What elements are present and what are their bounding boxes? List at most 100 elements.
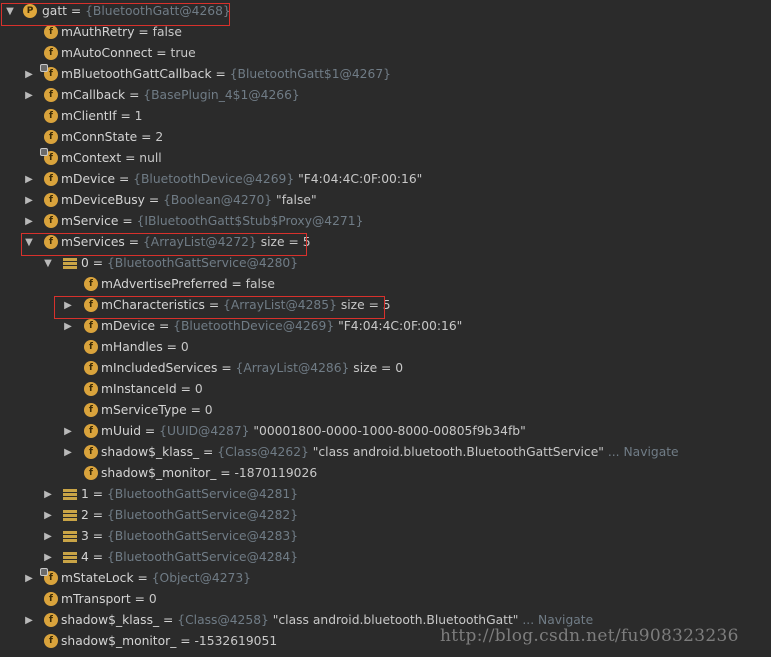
object-reference: {ArrayList@4286} [235, 361, 350, 375]
variable-name: mClientIf [61, 109, 117, 123]
equals-sign: = [217, 361, 236, 375]
field-icon: f [84, 277, 98, 291]
equals-sign: = [133, 571, 152, 585]
field-icon: f [84, 361, 98, 375]
tree-row-mService[interactable]: ▶ f mService = {IBluetoothGatt$Stub$Prox… [0, 211, 771, 232]
tree-row-service-mDevice[interactable]: ▶ f mDevice = {BluetoothDevice@4269} "F4… [0, 316, 771, 337]
variable-name: mIncludedServices [101, 361, 218, 375]
object-reference: {BluetoothGattService@4282} [106, 508, 299, 522]
variable-name: 1 [81, 487, 89, 501]
tree-row-mDevice[interactable]: ▶ f mDevice = {BluetoothDevice@4269} "F4… [0, 169, 771, 190]
variable-name: mCallback [61, 88, 126, 102]
navigate-link[interactable]: ... Navigate [518, 613, 593, 627]
equals-sign: = [134, 25, 153, 39]
variable-name: shadow$_monitor_ [61, 634, 177, 648]
navigate-link[interactable]: ... Navigate [604, 445, 679, 459]
tree-row-mStateLock[interactable]: ▶ f mStateLock = {Object@4273} [0, 568, 771, 589]
object-reference: {BluetoothDevice@4269} [173, 319, 335, 333]
variable-value: 0 [204, 403, 213, 417]
collapse-arrow-icon[interactable]: ▶ [41, 526, 55, 547]
variable-name: mDevice [61, 172, 116, 186]
field-icon: f [44, 613, 58, 627]
equals-sign: = [199, 445, 218, 459]
tree-row-mInstanceId[interactable]: f mInstanceId = 0 [0, 379, 771, 400]
variable-name: mDevice [101, 319, 156, 333]
equals-sign: = [88, 487, 107, 501]
equals-sign: = [88, 508, 107, 522]
collapse-arrow-icon[interactable]: ▶ [22, 64, 36, 85]
object-reference: {Object@4273} [151, 571, 251, 585]
variable-name: mAutoConnect [61, 46, 153, 60]
equals-sign: = [121, 151, 140, 165]
collapse-arrow-icon[interactable]: ▶ [61, 316, 75, 337]
collapse-arrow-icon[interactable]: ▶ [22, 568, 36, 589]
equals-sign: = [125, 88, 144, 102]
tree-row-service-shadow-klass[interactable]: ▶ f shadow$_klass_ = {Class@4262} "class… [0, 442, 771, 463]
equals-sign: = [227, 277, 246, 291]
equals-sign: = [141, 424, 160, 438]
expand-arrow-icon[interactable]: ▼ [41, 253, 55, 274]
collapse-arrow-icon[interactable]: ▶ [61, 442, 75, 463]
tree-row-mConnState[interactable]: f mConnState = 2 [0, 127, 771, 148]
variable-value: false [245, 277, 275, 291]
tree-row-mCallback[interactable]: ▶ f mCallback = {BasePlugin_4$1@4266} [0, 85, 771, 106]
tree-row-service-shadow-monitor[interactable]: f shadow$_monitor_ = -1870119026 [0, 463, 771, 484]
object-reference: {BluetoothDevice@4269} [133, 172, 295, 186]
collapse-arrow-icon[interactable]: ▶ [22, 190, 36, 211]
highlight-box [21, 233, 307, 256]
tree-row-service-2[interactable]: ▶ 2 = {BluetoothGattService@4282} [0, 505, 771, 526]
tree-row-mIncludedServices[interactable]: f mIncludedServices = {ArrayList@4286} s… [0, 358, 771, 379]
tree-row-mBluetoothGattCallback[interactable]: ▶ f mBluetoothGattCallback = {BluetoothG… [0, 64, 771, 85]
equals-sign: = [152, 46, 171, 60]
collapse-arrow-icon[interactable]: ▶ [22, 211, 36, 232]
variable-value: 1 [134, 109, 143, 123]
object-reference: {IBluetoothGatt$Stub$Proxy@4271} [136, 214, 364, 228]
variable-name: mHandles [101, 340, 163, 354]
equals-sign: = [162, 340, 181, 354]
tree-row-mUuid[interactable]: ▶ f mUuid = {UUID@4287} "00001800-0000-1… [0, 421, 771, 442]
collapse-arrow-icon[interactable]: ▶ [61, 421, 75, 442]
tree-row-mServiceType[interactable]: f mServiceType = 0 [0, 400, 771, 421]
collapse-arrow-icon[interactable]: ▶ [41, 547, 55, 568]
variable-value: "00001800-0000-1000-8000-00805f9b34fb" [249, 424, 526, 438]
tree-row-mContext[interactable]: f mContext = null [0, 148, 771, 169]
variable-name: 2 [81, 508, 89, 522]
collapse-arrow-icon[interactable]: ▶ [22, 610, 36, 631]
variable-name: mConnState [61, 130, 138, 144]
tree-row-mTransport[interactable]: f mTransport = 0 [0, 589, 771, 610]
tree-row-service-0[interactable]: ▼ 0 = {BluetoothGattService@4280} [0, 253, 771, 274]
collapse-arrow-icon[interactable]: ▶ [41, 484, 55, 505]
tree-row-mHandles[interactable]: f mHandles = 0 [0, 337, 771, 358]
field-icon: f [44, 130, 58, 144]
collapse-arrow-icon[interactable]: ▶ [22, 169, 36, 190]
variable-value: false [152, 25, 182, 39]
tree-row-mClientIf[interactable]: f mClientIf = 1 [0, 106, 771, 127]
equals-sign: = [216, 466, 235, 480]
variable-name: mAdvertisePreferred [101, 277, 228, 291]
variable-name: mTransport [61, 592, 131, 606]
object-reference: {BluetoothGattService@4281} [106, 487, 299, 501]
variable-name: mDeviceBusy [61, 193, 145, 207]
object-reference: {Class@4258} [177, 613, 269, 627]
object-reference: {BluetoothGatt$1@4267} [229, 67, 391, 81]
watermark-text: http://blog.csdn.net/fu908323236 [440, 626, 739, 646]
tree-row-mAdvertisePreferred[interactable]: f mAdvertisePreferred = false [0, 274, 771, 295]
variable-name: shadow$_monitor_ [101, 466, 217, 480]
equals-sign: = [211, 67, 230, 81]
field-icon: f [44, 25, 58, 39]
tree-row-mDeviceBusy[interactable]: ▶ f mDeviceBusy = {Boolean@4270} "false" [0, 190, 771, 211]
equals-sign: = [176, 634, 195, 648]
array-element-icon [63, 509, 77, 523]
field-icon: f [44, 172, 58, 186]
collapse-arrow-icon[interactable]: ▶ [22, 85, 36, 106]
field-icon: f [84, 403, 98, 417]
tree-row-mAutoConnect[interactable]: f mAutoConnect = true [0, 43, 771, 64]
collapse-arrow-icon[interactable]: ▶ [41, 505, 55, 526]
variable-name: mServiceType [101, 403, 187, 417]
variable-value: "F4:04:4C:0F:00:16" [294, 172, 423, 186]
equals-sign: = [186, 403, 205, 417]
field-icon: f [44, 592, 58, 606]
tree-row-service-3[interactable]: ▶ 3 = {BluetoothGattService@4283} [0, 526, 771, 547]
tree-row-service-4[interactable]: ▶ 4 = {BluetoothGattService@4284} [0, 547, 771, 568]
tree-row-service-1[interactable]: ▶ 1 = {BluetoothGattService@4281} [0, 484, 771, 505]
